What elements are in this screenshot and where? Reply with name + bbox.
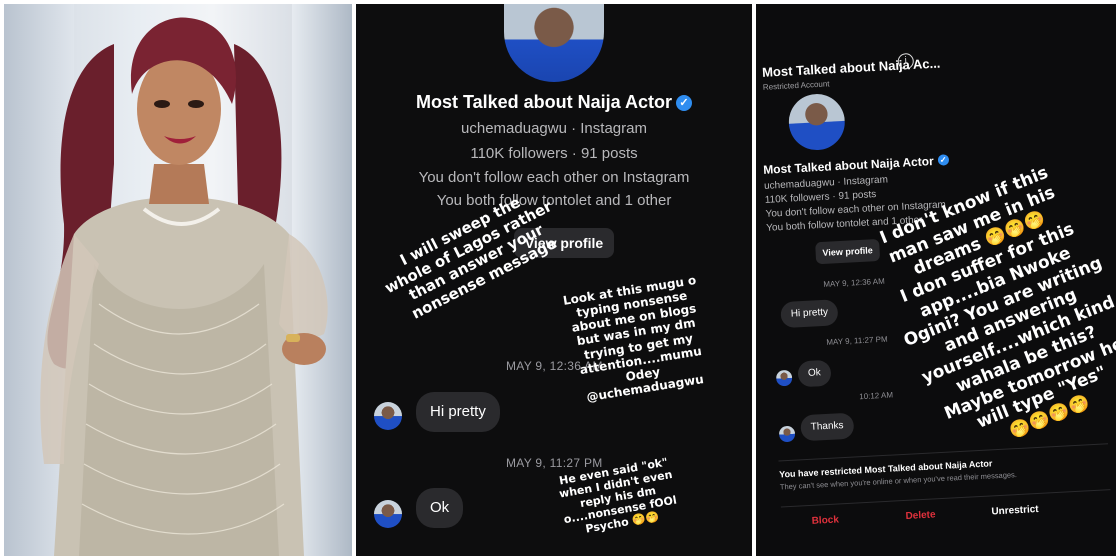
profile-handle: uchemaduagwu · Instagram [461, 120, 647, 137]
profile-mutuals: You both follow tontolet and 1 other [436, 192, 672, 209]
message-bubble: Thanks [800, 412, 855, 442]
sender-avatar [778, 425, 796, 443]
message-bubble: Ok [416, 488, 464, 528]
sender-avatar [374, 500, 402, 528]
message-bubble: Ok [797, 359, 832, 388]
profile-followers: 110K followers · 91 posts [470, 145, 638, 162]
delete-button[interactable]: Delete [905, 509, 936, 522]
restricted-actions: Block Delete Unrestrict [780, 489, 1111, 527]
unrestrict-button[interactable]: Unrestrict [991, 504, 1039, 517]
timestamp: MAY 9, 12:36 AM [823, 276, 885, 289]
profile-name: Most Talked about Naija Actor ✓ [356, 92, 752, 113]
profile-avatar [504, 4, 604, 82]
profile-name-text: Most Talked about Naija Actor [762, 153, 935, 177]
profile-follow-status: You don't follow each other on Instagram [418, 169, 690, 186]
portrait-illustration [40, 17, 328, 556]
verified-badge-icon: ✓ [937, 154, 949, 166]
block-button[interactable]: Block [811, 514, 839, 526]
restricted-notice: You have restricted Most Talked about Na… [778, 443, 1110, 492]
dm-screenshot: Most Talked about Naija Actor ✓ uchemadua… [356, 4, 752, 556]
sender-avatar [374, 402, 402, 430]
profile-name-text: Most Talked about Naija Actor [415, 92, 673, 112]
timestamp: 10:12 AM [859, 390, 894, 402]
timestamp: MAY 9, 11:27 PM [506, 456, 603, 470]
sender-avatar [775, 369, 793, 387]
verified-badge-icon: ✓ [676, 95, 693, 111]
actress-photo [4, 4, 352, 556]
message-bubble: Hi pretty [416, 392, 500, 432]
profile-avatar [787, 92, 847, 152]
restricted-screenshot: Most Talked about Naija Ac... Restricted… [756, 4, 1116, 556]
chat-subtitle: Restricted Account [762, 79, 830, 92]
chat-title: Most Talked about Naija Ac... [761, 55, 941, 80]
message-bubble: Hi pretty [780, 299, 839, 329]
profile-name: Most Talked about Naija Actor ✓ [763, 153, 949, 177]
handwritten-caption: Look at this mugu o typing nonsense abou… [562, 272, 705, 405]
timestamp: MAY 9, 11:27 PM [826, 334, 888, 347]
